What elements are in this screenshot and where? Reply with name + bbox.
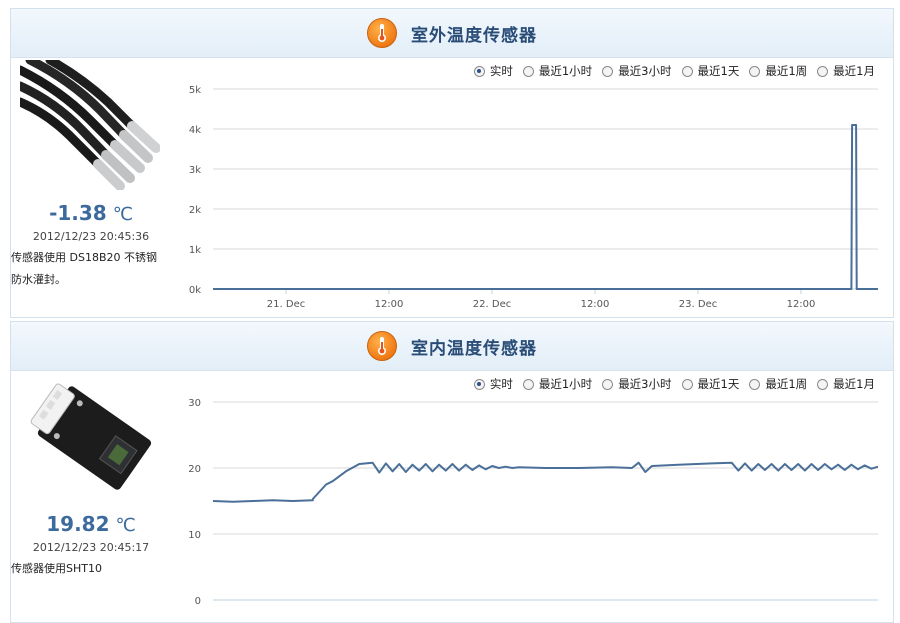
x-tick-label: 23. Dec bbox=[679, 299, 717, 310]
sensor-info: 19.82 ℃ 2012/12/23 20:45:17 传感器使用SHT10 bbox=[11, 370, 171, 620]
time-range-selector: 实时 最近1小时 最近3小时 最近1天 最近1周 最近1月 bbox=[464, 63, 875, 79]
range-option-3h[interactable]: 最近3小时 bbox=[602, 376, 672, 392]
timestamp: 2012/12/23 20:45:36 bbox=[32, 230, 150, 243]
y-tick-label: 3k bbox=[189, 165, 201, 176]
outdoor-temperature-chart[interactable]: 0k 1k 2k 3k 4k 5k 21. Dec 12:00 22. Dec 12:00 23. … bbox=[171, 79, 891, 314]
x-tick-label: 22. Dec bbox=[473, 299, 511, 310]
range-option-1m[interactable]: 最近1月 bbox=[817, 63, 875, 79]
radio-icon[interactable] bbox=[817, 378, 829, 390]
panel-header: 室外温度传感器 bbox=[11, 9, 893, 58]
radio-icon[interactable] bbox=[817, 65, 829, 77]
range-option-1w[interactable]: 最近1周 bbox=[749, 63, 807, 79]
temperature-value: 19.82 ℃ bbox=[46, 512, 136, 536]
range-option-3h[interactable]: 最近3小时 bbox=[602, 63, 672, 79]
description-line: 防水灌封。 bbox=[11, 273, 66, 286]
outdoor-sensor-panel: 室外温度传感器 -1.38 ℃ 2012/12/23 20:45:36 传感器使… bbox=[10, 8, 894, 318]
sensor-description: 传感器使用SHT10 bbox=[11, 558, 171, 580]
y-tick-label: 5k bbox=[189, 85, 201, 96]
range-option-1h[interactable]: 最近1小时 bbox=[522, 63, 592, 79]
x-tick-label: 12:00 bbox=[581, 299, 610, 310]
range-option-1d[interactable]: 最近1天 bbox=[681, 63, 739, 79]
temperature-value: -1.38 ℃ bbox=[49, 201, 133, 225]
y-tick-label: 0 bbox=[195, 596, 201, 607]
radio-icon[interactable] bbox=[681, 65, 693, 77]
panel-title: 室外温度传感器 bbox=[411, 25, 537, 46]
y-tick-label: 2k bbox=[189, 205, 201, 216]
y-tick-label: 10 bbox=[188, 530, 201, 541]
radio-icon[interactable] bbox=[602, 378, 614, 390]
sensor-info: -1.38 ℃ 2012/12/23 20:45:36 传感器使用 DS18B20… bbox=[11, 57, 171, 317]
radio-selected-icon[interactable] bbox=[473, 378, 485, 390]
y-tick-label: 0k bbox=[189, 285, 201, 296]
panel-title: 室内温度传感器 bbox=[411, 338, 537, 359]
stainless-probe-cables-photo bbox=[20, 60, 160, 190]
radio-icon[interactable] bbox=[522, 65, 534, 77]
radio-icon[interactable] bbox=[749, 65, 761, 77]
description-line: 传感器使用SHT10 bbox=[11, 562, 102, 575]
radio-icon[interactable] bbox=[602, 65, 614, 77]
x-tick-label: 12:00 bbox=[375, 299, 404, 310]
indoor-sensor-panel: 室内温度传感器 19.82 ℃ 2012/12/23 20:45:17 传感器使用… bbox=[10, 321, 894, 623]
range-option-1d[interactable]: 最近1天 bbox=[681, 376, 739, 392]
radio-selected-icon[interactable] bbox=[473, 65, 485, 77]
indoor-temperature-chart[interactable]: 0 10 20 30 bbox=[171, 392, 891, 622]
range-option-realtime[interactable]: 实时 bbox=[473, 376, 513, 392]
thermometer-icon bbox=[367, 331, 397, 361]
range-option-realtime[interactable]: 实时 bbox=[473, 63, 513, 79]
thermometer-icon bbox=[367, 18, 397, 48]
timestamp: 2012/12/23 20:45:17 bbox=[32, 541, 150, 554]
series-line bbox=[212, 461, 879, 503]
radio-icon[interactable] bbox=[749, 378, 761, 390]
radio-icon[interactable] bbox=[522, 378, 534, 390]
y-tick-label: 4k bbox=[189, 125, 201, 136]
range-option-1h[interactable]: 最近1小时 bbox=[522, 376, 592, 392]
y-tick-label: 30 bbox=[188, 398, 201, 409]
x-tick-label: 12:00 bbox=[787, 299, 816, 310]
range-option-1m[interactable]: 最近1月 bbox=[817, 376, 875, 392]
time-range-selector: 实时 最近1小时 最近3小时 最近1天 最近1周 最近1月 bbox=[464, 376, 875, 392]
range-option-1w[interactable]: 最近1周 bbox=[749, 376, 807, 392]
sensor-description: 传感器使用 DS18B20 不锈钢 防水灌封。 bbox=[11, 247, 171, 291]
y-tick-label: 20 bbox=[188, 464, 201, 475]
description-line: 传感器使用 DS18B20 不锈钢 bbox=[11, 251, 157, 264]
panel-header: 室内温度传感器 bbox=[11, 322, 893, 371]
radio-icon[interactable] bbox=[681, 378, 693, 390]
series-line bbox=[213, 124, 878, 290]
y-tick-label: 1k bbox=[189, 245, 201, 256]
sht10-sensor-board-photo bbox=[20, 376, 160, 506]
x-tick-label: 21. Dec bbox=[267, 299, 305, 310]
